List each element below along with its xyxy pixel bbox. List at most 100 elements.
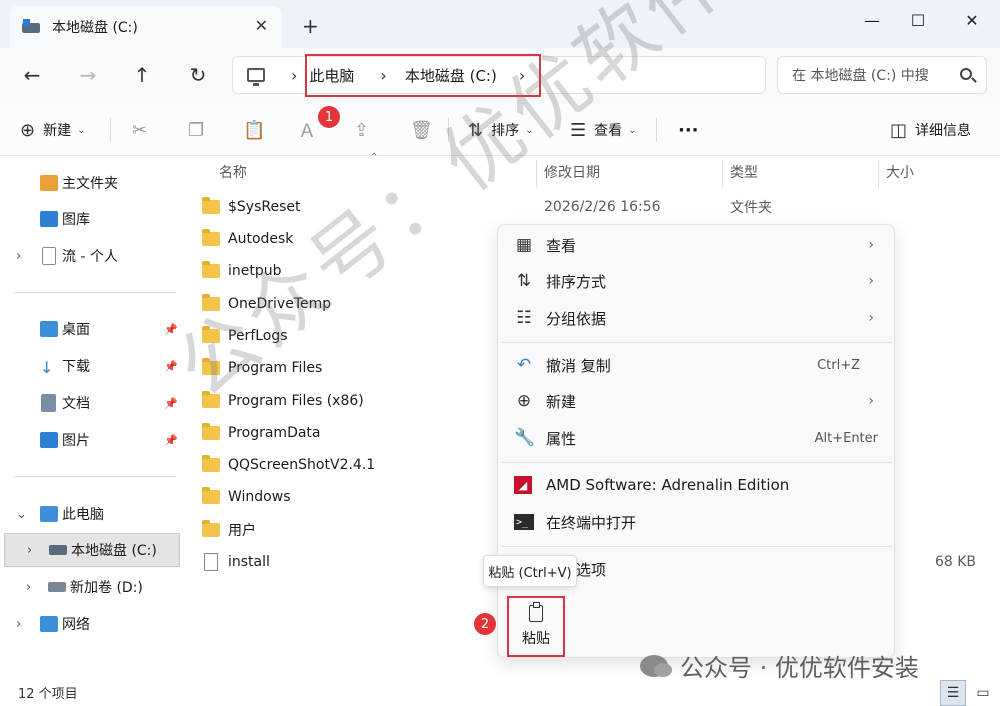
sort-icon: ⇅: [468, 119, 484, 141]
pictures-icon: [40, 432, 58, 448]
column-header-name[interactable]: 名称: [219, 162, 247, 182]
menu-divider: [502, 546, 892, 547]
refresh-button[interactable]: ↻: [182, 60, 214, 90]
column-divider[interactable]: [878, 160, 879, 188]
chevron-right-icon: ›: [868, 273, 874, 289]
menu-item-group[interactable]: ☷ 分组依据 ›: [498, 300, 894, 336]
chevron-right-icon: ›: [868, 310, 874, 326]
column-header-date[interactable]: 修改日期: [544, 162, 600, 182]
sidebar-item-this-pc[interactable]: ⌄ 此电脑: [0, 497, 182, 531]
paste-button[interactable]: 粘贴: [507, 596, 565, 657]
menu-item-undo[interactable]: ↶ 撤消 复制 Ctrl+Z: [498, 347, 894, 383]
delete-button[interactable]: 🗑: [410, 118, 441, 142]
chevron-down-icon: ⌄: [77, 124, 86, 136]
search-input[interactable]: 在 本地磁盘 (C:) 中搜: [777, 56, 987, 94]
paste-label: 粘贴: [522, 631, 550, 647]
clipboard-icon: [529, 602, 543, 622]
sort-label: 排序: [491, 123, 520, 139]
table-row[interactable]: $SysReset 2026/2/26 16:56 文件夹: [202, 191, 982, 223]
chevron-right-icon: ›: [27, 542, 33, 558]
menu-item-properties[interactable]: 🔧 属性 Alt+Enter: [498, 420, 894, 456]
trash-icon: 🗑: [410, 119, 433, 141]
folder-icon: [202, 455, 220, 472]
back-button[interactable]: ←: [16, 60, 48, 90]
new-tab-button[interactable]: +: [302, 14, 319, 38]
toolbar-divider: [448, 118, 449, 142]
more-button[interactable]: ···: [678, 118, 699, 142]
share-icon: ⇪: [354, 119, 370, 141]
file-icon: [204, 553, 218, 571]
sidebar-item-network[interactable]: › 网络: [0, 607, 182, 641]
copy-button[interactable]: ❐: [188, 118, 212, 142]
column-divider[interactable]: [722, 160, 723, 188]
sort-button[interactable]: ⇅ 排序 ⌄: [468, 118, 533, 142]
menu-item-new[interactable]: ⊕ 新建 ›: [498, 383, 894, 419]
pin-icon[interactable]: 📌: [164, 397, 178, 410]
folder-icon: [202, 229, 220, 246]
chevron-right-icon: ›: [868, 393, 874, 409]
drive-icon: [49, 545, 67, 555]
sidebar-divider: [14, 476, 176, 477]
chevron-down-icon: ⌄: [628, 124, 637, 136]
sidebar-item-personal[interactable]: › 流 - 个人: [0, 239, 182, 273]
close-button[interactable]: ✕: [952, 6, 992, 34]
folder-icon: [202, 391, 220, 408]
sidebar-item-pictures[interactable]: 图片 📌: [0, 423, 182, 457]
sidebar-item-local-disk-c[interactable]: › 本地磁盘 (C:): [4, 533, 180, 567]
status-bar: 12 个项目 ☰ ▭: [0, 680, 1000, 706]
forward-button[interactable]: →: [72, 60, 104, 90]
sidebar-item-label: 桌面: [62, 322, 90, 338]
home-icon: [40, 175, 58, 191]
wrench-icon: 🔧: [514, 428, 536, 448]
share-button[interactable]: ⇪: [354, 118, 377, 142]
sidebar-item-label: 本地磁盘 (C:): [71, 543, 157, 559]
step-badge-2: 2: [474, 613, 496, 635]
chevron-down-icon: ⌄: [16, 506, 27, 522]
details-view-button[interactable]: ☰: [940, 680, 966, 706]
tiles-view-button[interactable]: ▭: [970, 680, 996, 706]
folder-icon: [202, 294, 220, 311]
grid-icon: ▦: [515, 235, 533, 255]
pin-icon[interactable]: 📌: [164, 360, 178, 373]
sidebar-item-home[interactable]: 主文件夹: [0, 166, 182, 200]
view-button[interactable]: ☰ 查看 ⌄: [570, 118, 637, 142]
amd-icon: ◢: [514, 476, 532, 494]
gallery-icon: [40, 211, 58, 227]
menu-item-open-terminal[interactable]: >_ 在终端中打开: [498, 504, 894, 540]
sidebar-item-new-volume-d[interactable]: › 新加卷 (D:): [0, 570, 182, 604]
menu-item-sort[interactable]: ⇅ 排序方式 ›: [498, 263, 894, 299]
sidebar-item-documents[interactable]: 文档 📌: [0, 386, 182, 420]
sidebar-item-label: 流 - 个人: [62, 249, 118, 265]
sidebar-item-gallery[interactable]: 图库: [0, 202, 182, 236]
menu-item-amd-software[interactable]: ◢ AMD Software: Adrenalin Edition: [498, 467, 894, 503]
minimize-button[interactable]: —: [852, 6, 892, 34]
plus-circle-icon: ⊕: [516, 391, 532, 411]
sidebar-item-label: 网络: [62, 617, 90, 633]
column-header-size[interactable]: 大小: [886, 162, 914, 182]
menu-item-view[interactable]: ▦ 查看 ›: [498, 227, 894, 263]
chevron-right-icon: ›: [868, 237, 874, 253]
pin-icon[interactable]: 📌: [164, 323, 178, 336]
view-label: 查看: [594, 123, 623, 139]
up-button[interactable]: ↑: [126, 60, 158, 90]
cut-button[interactable]: ✂: [132, 118, 155, 142]
details-button[interactable]: ◫ 详细信息: [890, 118, 971, 142]
folder-icon: [202, 487, 220, 504]
pin-icon[interactable]: 📌: [164, 434, 178, 447]
new-button[interactable]: ⊕ 新建 ⌄: [20, 118, 85, 142]
column-divider[interactable]: [536, 160, 537, 188]
command-bar: ⊕ 新建 ⌄ ✂ ❐ 📋 Ａ ⇪ 🗑 ⇅ 排序 ⌄ ☰ 查看 ⌄ ··· ◫ 详…: [0, 104, 1000, 156]
sidebar-item-label: 图片: [62, 433, 90, 449]
watermark-bottom-text: 公众号 · 优优软件安装: [680, 654, 919, 682]
sidebar-item-downloads[interactable]: ↓ 下载 📌: [0, 349, 182, 383]
paste-toolbar-button[interactable]: 📋: [243, 118, 273, 142]
context-menu: ▦ 查看 › ⇅ 排序方式 › ☷ 分组依据 › ↶ 撤消 复制 Ctrl+Z …: [497, 224, 895, 658]
copy-icon: ❐: [188, 119, 205, 141]
maximize-button[interactable]: ☐: [898, 6, 938, 34]
sidebar-item-desktop[interactable]: 桌面 📌: [0, 312, 182, 346]
tab-local-disk[interactable]: 本地磁盘 (C:) ✕: [10, 6, 282, 48]
tab-close-icon[interactable]: ✕: [255, 16, 268, 35]
column-header-type[interactable]: 类型: [730, 162, 758, 182]
menu-divider: [502, 462, 892, 463]
sidebar-divider: [14, 292, 176, 293]
